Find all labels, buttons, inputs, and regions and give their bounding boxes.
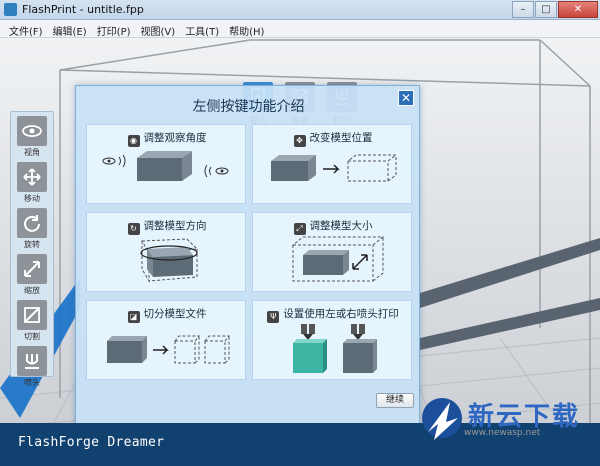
watermark: 新云下载 www.newasp.net — [420, 388, 590, 454]
eye-icon — [22, 125, 42, 137]
tool-nozzle-label: 喷头 — [24, 378, 40, 387]
nozzle-icon — [25, 354, 39, 369]
continue-button[interactable]: 继续 — [376, 393, 414, 408]
card-cut-model: ◪ 切分模型文件 — [86, 300, 246, 380]
tool-move[interactable]: 移动 — [14, 162, 50, 204]
title-bar: FlashPrint - untitle.fpp – □ ✕ — [0, 0, 600, 20]
tool-view[interactable]: 视角 — [14, 116, 50, 158]
tool-view-label: 视角 — [24, 148, 40, 157]
menu-print[interactable]: 打印(P) — [92, 20, 136, 38]
left-tool-panel: 视角 移动 旋转 缩放 切割 喷头 — [10, 111, 54, 387]
view-angle-illustration — [102, 151, 229, 181]
menu-file[interactable]: 文件(F) — [4, 20, 48, 38]
window-title: FlashPrint - untitle.fpp — [22, 3, 144, 16]
menu-edit[interactable]: 编辑(E) — [48, 20, 92, 38]
scale-illustration — [291, 236, 385, 282]
rotate-icon — [24, 215, 40, 232]
menu-view[interactable]: 视图(V) — [136, 20, 181, 38]
menu-bar: 文件(F) 编辑(E) 打印(P) 视图(V) 工具(T) 帮助(H) — [0, 20, 600, 38]
tool-rotate-label: 旋转 — [24, 240, 40, 249]
tool-cut-label: 切割 — [24, 332, 40, 341]
app-icon — [4, 3, 17, 16]
card-view-angle: ◉ 调整观察角度 — [86, 124, 246, 204]
card-rotate-model: ↻ 调整模型方向 — [86, 212, 246, 292]
intro-dialog: 左侧按键功能介绍 ✕ ◉ 调整观察角度 ✥ 改变模型位置 ↻ 调整模型方向 ⤢ 调整模型… — [75, 85, 420, 455]
rotate-illustration — [140, 238, 199, 283]
brand-text: FlashForge Dreamer — [18, 435, 165, 450]
scale-icon — [24, 261, 40, 277]
nozzle-illustration — [293, 324, 377, 373]
dialog-close-button[interactable]: ✕ — [398, 90, 414, 106]
tool-cut[interactable]: 切割 — [14, 300, 50, 342]
move-icon — [23, 168, 41, 186]
move-illustration — [271, 154, 398, 182]
menu-help[interactable]: 帮助(H) — [224, 20, 269, 38]
watermark-sub: www.newasp.net — [464, 428, 541, 438]
minimize-button[interactable]: – — [512, 1, 534, 18]
card-nozzle-select: Ψ 设置使用左或右喷头打印 — [252, 300, 412, 380]
close-window-button[interactable]: ✕ — [558, 1, 598, 18]
tool-scale[interactable]: 缩放 — [14, 254, 50, 296]
cut-icon — [24, 307, 40, 323]
watermark-logo-icon — [422, 398, 462, 440]
dialog-title: 左侧按键功能介绍 — [192, 99, 305, 115]
menu-tools[interactable]: 工具(T) — [180, 20, 224, 38]
maximize-button[interactable]: □ — [535, 1, 557, 18]
card-scale-model: ⤢ 调整模型大小 — [252, 212, 412, 292]
card-move-model: ✥ 改变模型位置 — [252, 124, 412, 204]
tool-rotate[interactable]: 旋转 — [14, 208, 50, 250]
tool-nozzle[interactable]: 喷头 — [14, 346, 50, 388]
tool-scale-label: 缩放 — [24, 286, 40, 295]
tool-move-label: 移动 — [24, 194, 40, 203]
cut-illustration — [107, 335, 231, 364]
